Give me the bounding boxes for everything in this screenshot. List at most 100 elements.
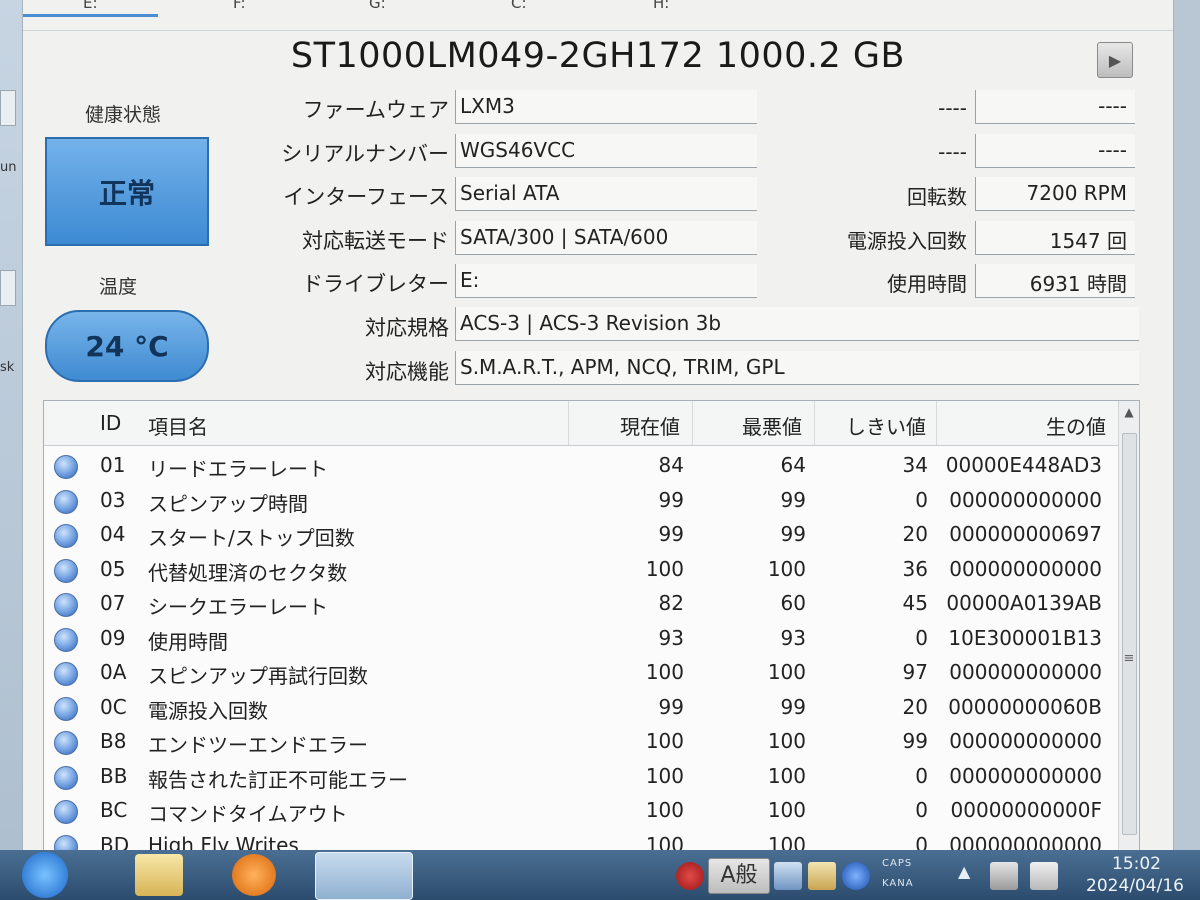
file-explorer-icon[interactable] — [135, 854, 183, 896]
tab-drive-f[interactable]: F: — [233, 0, 246, 12]
status-dot-icon — [54, 765, 78, 790]
cell-current: 100 — [645, 556, 684, 581]
column-header-current[interactable]: 現在値 — [620, 411, 680, 440]
interface-label: インターフェース — [283, 185, 449, 209]
cell-name: シークエラーレート — [148, 595, 328, 619]
cell-current: 93 — [658, 625, 684, 650]
cell-threshold: 0 — [915, 798, 928, 822]
cell-current: 99 — [658, 522, 684, 546]
tab-drive-e[interactable]: E: — [23, 0, 158, 17]
scroll-thumb[interactable] — [1122, 433, 1137, 835]
cell-name: リードエラーレート — [148, 457, 328, 481]
table-row[interactable]: 04 スタート/ストップ回数 99 99 20 000000000697 — [44, 518, 1119, 552]
power-on-hours-label: 使用時間 — [887, 272, 967, 296]
cell-raw: 00000E448AD3 — [945, 453, 1102, 477]
status-dot-icon — [54, 627, 78, 652]
smart-attribute-table[interactable]: ID 項目名 現在値 最悪値 しきい値 生の値 01 リードエラーレート 84 64 3… — [43, 400, 1140, 850]
cell-current: 82 — [658, 591, 684, 615]
power-on-count-field: 1547 回 — [975, 221, 1135, 255]
cell-threshold: 36 — [902, 556, 928, 581]
column-header-name[interactable]: 項目名 — [148, 411, 208, 440]
volume-muted-icon[interactable] — [990, 862, 1018, 890]
media-player-icon[interactable] — [232, 854, 276, 896]
status-dot-icon — [54, 800, 78, 824]
table-row[interactable]: B8 エンドツーエンドエラー 100 100 99 000000000000 — [44, 725, 1119, 759]
desktop-background: un sk — [0, 0, 22, 850]
clock-date[interactable]: 2024/04/16 — [1086, 876, 1184, 896]
column-header-threshold[interactable]: しきい値 — [846, 411, 926, 440]
taskbar: A般 CAPS KANA ▲ 15:02 2024/04/16 — [0, 850, 1200, 900]
column-divider[interactable] — [692, 401, 693, 445]
ime-mode-indicator[interactable]: A般 — [708, 858, 770, 894]
clock-time[interactable]: 15:02 — [1112, 854, 1161, 874]
cell-worst: 99 — [780, 694, 806, 719]
table-row[interactable]: 07 シークエラーレート 82 60 45 00000A0139AB — [44, 587, 1119, 621]
vertical-scrollbar[interactable]: ▲ ≡ — [1118, 401, 1139, 850]
cell-threshold: 0 — [915, 625, 928, 650]
cell-threshold: 20 — [902, 694, 928, 719]
cell-id: BD — [100, 832, 130, 851]
status-dot-icon — [54, 489, 78, 514]
desktop-icon[interactable] — [0, 90, 16, 126]
firmware-label: ファームウェア — [302, 98, 449, 122]
table-row[interactable]: 0A スピンアップ再試行回数 100 100 97 000000000000 — [44, 656, 1119, 690]
table-row[interactable]: 01 リードエラーレート 84 64 34 00000E448AD3 — [44, 449, 1119, 483]
ime-tool-icon[interactable] — [808, 862, 836, 890]
table-row[interactable]: 0C 電源投入回数 99 99 20 00000000060B — [44, 691, 1119, 725]
disk-title: ST1000LM049-2GH172 1000.2 GB — [290, 36, 906, 76]
cell-current: 100 — [645, 660, 684, 684]
cell-id: 0A — [100, 660, 127, 684]
temperature-badge[interactable]: 24 °C — [45, 310, 209, 382]
tab-drive-g[interactable]: G: — [369, 0, 386, 12]
cell-threshold: 0 — [915, 763, 928, 788]
column-header-worst[interactable]: 最悪値 — [742, 411, 802, 440]
cell-worst: 93 — [780, 625, 806, 650]
rotation-field: 7200 RPM — [975, 177, 1135, 211]
interface-field: Serial ATA — [455, 177, 757, 211]
ime-pad-icon[interactable] — [774, 862, 802, 890]
table-row[interactable]: BB 報告された訂正不可能エラー 100 100 0 000000000000 — [44, 760, 1119, 794]
blank-field-1: ---- — [975, 90, 1135, 124]
table-row[interactable]: BD High Fly Writes 100 100 0 000000000000 — [44, 829, 1119, 851]
next-disk-button[interactable]: ▶ — [1097, 42, 1133, 78]
cell-name: 報告された訂正不可能エラー — [148, 767, 408, 792]
tab-drive-c[interactable]: C: — [511, 0, 527, 12]
internet-explorer-icon[interactable] — [22, 852, 68, 898]
standard-field: ACS-3 | ACS-3 Revision 3b — [455, 307, 1139, 341]
help-icon[interactable] — [842, 862, 870, 890]
crystaldiskinfo-taskbar-button[interactable] — [315, 852, 413, 900]
desktop-icon[interactable] — [0, 270, 16, 306]
cell-worst: 100 — [767, 556, 806, 581]
status-dot-icon — [54, 662, 78, 686]
scroll-up-arrow-icon[interactable]: ▲ — [1119, 405, 1139, 419]
kana-indicator: KANA — [882, 878, 914, 889]
cell-raw: 000000000000 — [949, 660, 1102, 684]
smart-table-header: ID 項目名 現在値 最悪値 しきい値 生の値 — [44, 401, 1119, 446]
standard-label: 対応規格 — [365, 316, 449, 340]
column-divider[interactable] — [936, 401, 937, 445]
cell-worst: 100 — [767, 729, 806, 753]
table-row[interactable]: 03 スピンアップ時間 99 99 0 000000000000 — [44, 484, 1119, 518]
language-bar-icon[interactable] — [676, 862, 704, 890]
show-hidden-icons-chevron-up-icon[interactable]: ▲ — [958, 862, 970, 881]
table-row[interactable]: 05 代替処理済のセクタ数 100 100 36 000000000000 — [44, 553, 1119, 587]
health-status-badge[interactable]: 正常 — [45, 137, 209, 246]
cell-raw: 000000000000 — [949, 556, 1102, 581]
cell-raw: 00000A0139AB — [946, 591, 1102, 615]
cell-name: エンドツーエンドエラー — [148, 733, 368, 757]
caps-indicator: CAPS — [882, 858, 913, 869]
features-field: S.M.A.R.T., APM, NCQ, TRIM, GPL — [455, 351, 1139, 385]
column-header-raw[interactable]: 生の値 — [1046, 411, 1106, 440]
status-dot-icon — [54, 455, 78, 479]
column-divider[interactable] — [568, 401, 569, 445]
cell-id: 04 — [100, 522, 126, 546]
network-disconnected-icon[interactable] — [1030, 862, 1058, 890]
table-row[interactable]: BC コマンドタイムアウト 100 100 0 00000000000F — [44, 794, 1119, 828]
column-header-id[interactable]: ID — [100, 411, 121, 435]
table-row[interactable]: 09 使用時間 93 93 0 10E300001B13 — [44, 622, 1119, 656]
crystaldiskinfo-window: E: F: G: C: H: ST1000LM049-2GH172 1000.2… — [22, 0, 1174, 850]
tab-drive-h[interactable]: H: — [653, 0, 669, 12]
cell-worst: 99 — [780, 522, 806, 546]
column-divider[interactable] — [814, 401, 815, 445]
power-on-hours-field: 6931 時間 — [975, 264, 1135, 298]
